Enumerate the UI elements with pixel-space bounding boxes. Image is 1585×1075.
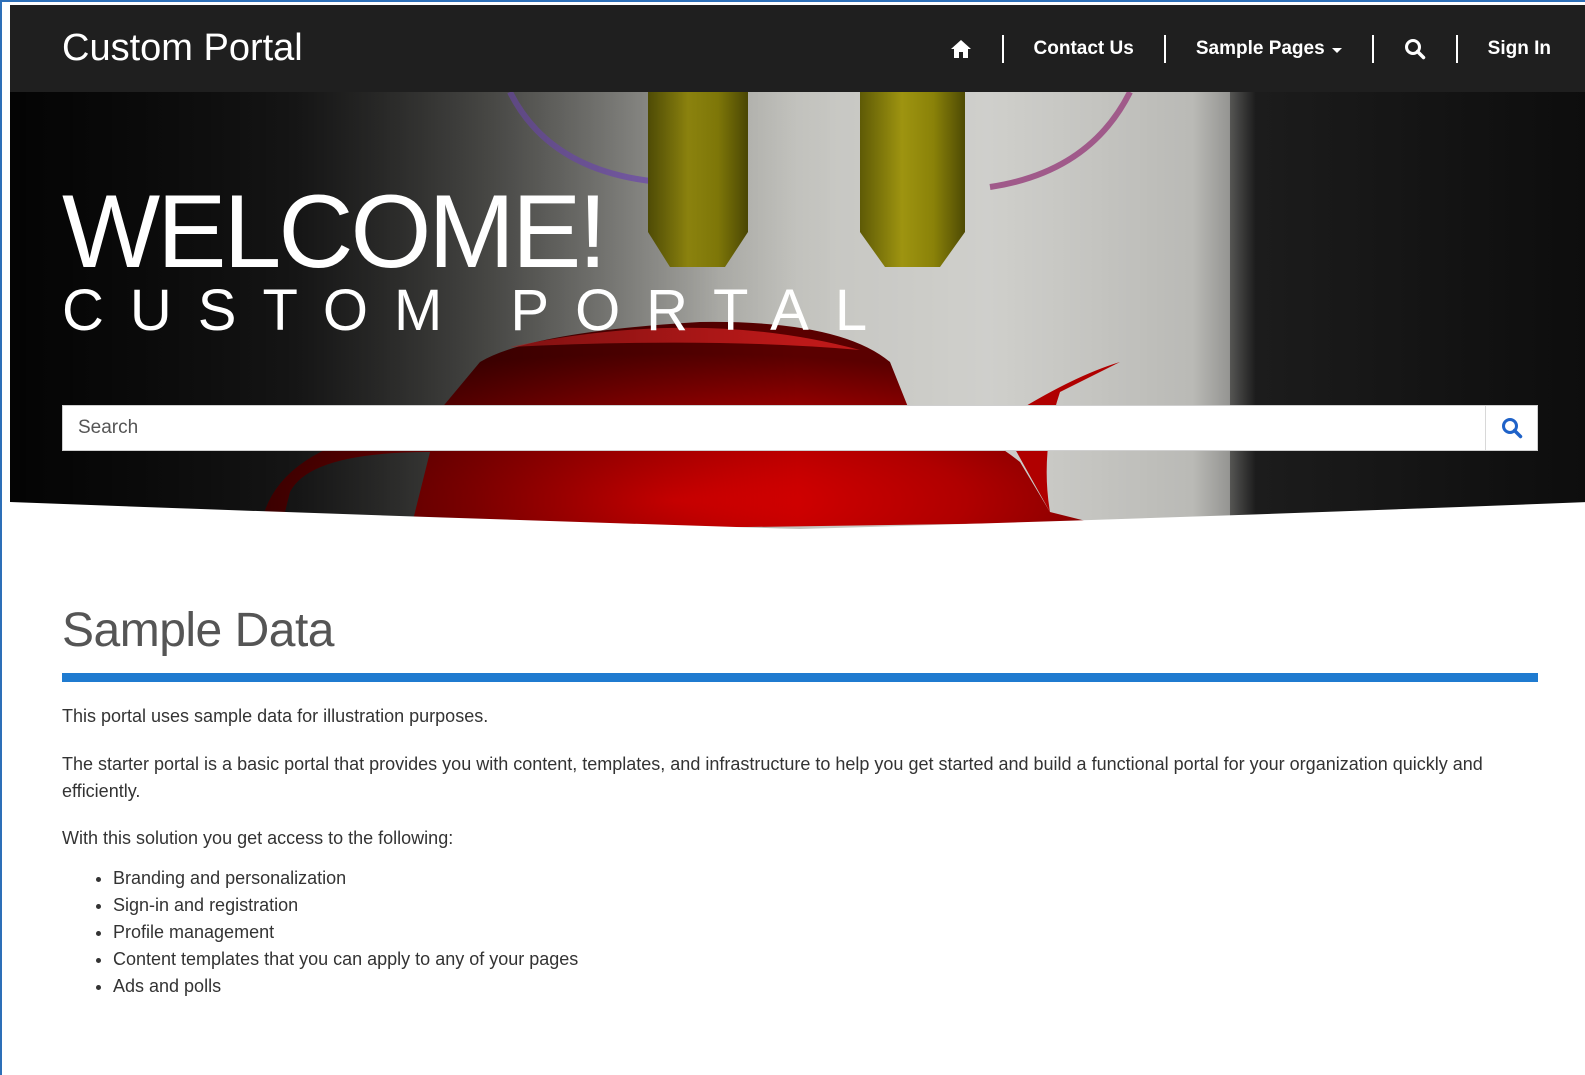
brand-logo[interactable]: Custom Portal [62, 27, 303, 70]
nav-separator [1455, 34, 1458, 63]
title-divider [62, 673, 1538, 682]
main-content: Sample Data This portal uses sample data… [62, 607, 1538, 1000]
nav-menu: Contact Us Sample Pages Sign In [946, 5, 1555, 92]
search-submit-button[interactable] [1485, 406, 1537, 450]
search-icon [1501, 418, 1522, 439]
hero-subtitle: CUSTOM PORTAL [62, 278, 894, 343]
caret-down-icon [1331, 47, 1342, 53]
page-title: Sample Data [62, 604, 334, 657]
hero-search-bar [62, 405, 1538, 451]
list-item: Profile management [113, 919, 1538, 946]
home-icon [950, 39, 971, 58]
list-item: Sign-in and registration [113, 892, 1538, 919]
nav-contact-us[interactable]: Contact Us [1030, 38, 1138, 60]
search-icon [1404, 38, 1425, 59]
features-intro-paragraph: With this solution you get access to the… [62, 828, 454, 848]
nav-separator [1371, 34, 1374, 63]
nav-sample-pages-dropdown[interactable]: Sample Pages [1192, 38, 1346, 60]
top-navbar: Custom Portal Contact Us Sample Pages Si… [10, 5, 1585, 92]
nav-sample-pages-label: Sample Pages [1195, 37, 1325, 59]
description-paragraph: The starter portal is a basic portal tha… [62, 754, 1483, 801]
features-list: Branding and personalization Sign-in and… [62, 865, 1538, 1000]
search-input[interactable] [63, 406, 1485, 450]
intro-paragraph: This portal uses sample data for illustr… [62, 706, 489, 726]
nav-home-link[interactable] [946, 39, 976, 59]
nav-separator [1001, 34, 1004, 63]
list-item: Ads and polls [113, 973, 1538, 1000]
browser-frame: Custom Portal Contact Us Sample Pages Si… [0, 0, 1585, 1075]
hero-banner: WELCOME! CUSTOM PORTAL [10, 92, 1585, 532]
list-item: Branding and personalization [113, 865, 1538, 892]
hero-title: WELCOME! [62, 174, 607, 290]
list-item: Content templates that you can apply to … [113, 946, 1538, 973]
nav-separator [1163, 34, 1166, 63]
nav-search-button[interactable] [1400, 38, 1430, 60]
nav-sign-in[interactable]: Sign In [1484, 38, 1555, 60]
